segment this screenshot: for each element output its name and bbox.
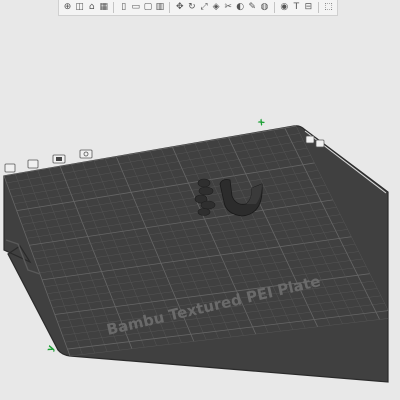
settings-plate-icon[interactable]	[79, 149, 93, 159]
model-piece[interactable]	[197, 178, 211, 188]
lock-glyph	[56, 157, 62, 161]
model-piece[interactable]	[197, 208, 211, 216]
orient-plate-icon[interactable]	[27, 159, 39, 169]
plate-settings-icon[interactable]	[315, 139, 325, 148]
viewport-3d[interactable]: Bambu Textured PEI Plate x y	[0, 0, 400, 400]
plate-name-icon[interactable]	[305, 135, 315, 144]
build-plate[interactable]	[3, 125, 389, 383]
axis-x-label: x	[256, 117, 267, 128]
arrange-plate-icon[interactable]	[4, 163, 16, 173]
model-piece[interactable]	[198, 186, 214, 196]
model-piece[interactable]	[200, 200, 216, 210]
